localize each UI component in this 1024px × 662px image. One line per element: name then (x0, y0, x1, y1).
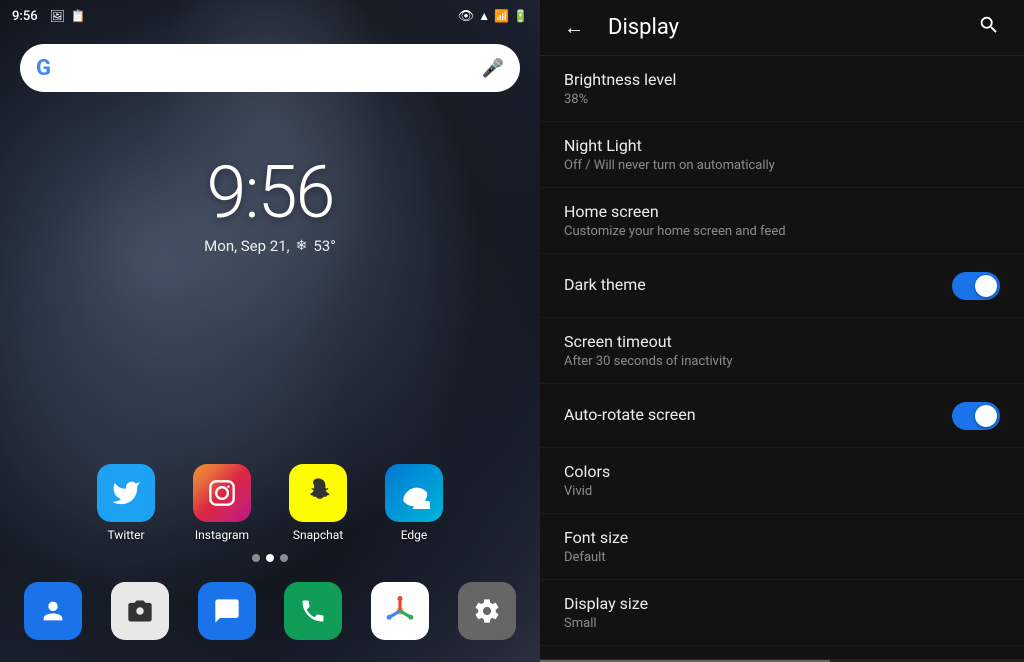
setting-item-font-size[interactable]: Font size Default (540, 514, 1024, 580)
dot-2 (266, 554, 274, 562)
setting-text-night-light: Night Light Off / Will never turn on auto… (564, 136, 1000, 173)
setting-item-adaptive-brightness[interactable]: Adaptive brightnessOn (540, 646, 1024, 659)
setting-title-night-light: Night Light (564, 136, 1000, 155)
weather-icon: ❄ (296, 238, 308, 254)
setting-subtitle-font-size: Default (564, 550, 1000, 565)
setting-title-screen-timeout: Screen timeout (564, 332, 1000, 351)
dock-phone-icon[interactable] (284, 582, 342, 640)
twitter-label: Twitter (107, 528, 144, 542)
setting-title-colors: Colors (564, 462, 1000, 481)
wifi-icon: ▲ (478, 9, 490, 23)
mic-icon[interactable]: 🎤 (482, 58, 504, 79)
setting-text-auto-rotate: Auto-rotate screen (564, 405, 936, 427)
setting-text-dark-theme: Dark theme (564, 275, 936, 297)
setting-subtitle-night-light: Off / Will never turn on automatically (564, 158, 1000, 173)
setting-title-display-size: Display size (564, 594, 1000, 613)
wallpaper (0, 0, 540, 662)
settings-header: ← Display (540, 0, 1024, 56)
date-text: Mon, Sep 21, (204, 237, 289, 255)
setting-item-brightness[interactable]: Brightness level 38% (540, 56, 1024, 122)
g-letter-blue: G (36, 56, 51, 81)
signal-icon: 📶 (494, 9, 509, 23)
setting-title-brightness: Brightness level (564, 70, 1000, 89)
settings-list: Brightness level 38% Night Light Off / Will… (540, 56, 1024, 659)
status-system-icons: 👁 ▲ 📶 🔋 (458, 9, 528, 24)
setting-subtitle-screen-timeout: After 30 seconds of inactivity (564, 354, 1000, 369)
dot-1 (252, 554, 260, 562)
setting-text-display-size: Display size Small (564, 594, 1000, 631)
toggle-dark-theme[interactable] (952, 272, 1000, 300)
setting-item-night-light[interactable]: Night Light Off / Will never turn on auto… (540, 122, 1024, 188)
screenshot-icon: 📋 (71, 9, 86, 23)
search-button[interactable] (970, 6, 1008, 49)
setting-subtitle-colors: Vivid (564, 484, 1000, 499)
app-twitter[interactable]: Twitter (97, 464, 155, 542)
setting-item-auto-rotate[interactable]: Auto-rotate screen (540, 384, 1024, 448)
setting-text-brightness: Brightness level 38% (564, 70, 1000, 107)
setting-title-dark-theme: Dark theme (564, 275, 936, 294)
app-snapchat[interactable]: Snapchat (289, 464, 347, 542)
setting-item-colors[interactable]: Colors Vivid (540, 448, 1024, 514)
back-button[interactable]: ← (556, 7, 592, 48)
dot-3 (280, 554, 288, 562)
clock-time: 9:56 (0, 150, 540, 235)
clock-widget: 9:56 Mon, Sep 21, ❄ 53° (0, 150, 540, 255)
setting-text-home-screen: Home screen Customize your home screen an… (564, 202, 1000, 239)
app-edge[interactable]: Edge (385, 464, 443, 542)
toggle-thumb-dark-theme (975, 275, 997, 297)
home-screen-panel: 9:56 🖼 📋 👁 ▲ 📶 🔋 G 🎤 9:56 Mon, Sep 21, ❄… (0, 0, 540, 662)
dock-messages-icon[interactable] (198, 582, 256, 640)
clock-date: Mon, Sep 21, ❄ 53° (0, 237, 540, 255)
settings-title: Display (608, 15, 970, 40)
status-time: 9:56 (12, 9, 38, 24)
edge-icon (385, 464, 443, 522)
dock-camera-icon[interactable] (111, 582, 169, 640)
setting-item-dark-theme[interactable]: Dark theme (540, 254, 1024, 318)
status-notification-icons: 9:56 🖼 📋 (12, 9, 86, 24)
app-instagram[interactable]: Instagram (193, 464, 251, 542)
snapchat-icon (289, 464, 347, 522)
edge-label: Edge (401, 528, 428, 542)
app-dock (10, 572, 530, 650)
setting-item-home-screen[interactable]: Home screen Customize your home screen an… (540, 188, 1024, 254)
google-search-bar[interactable]: G 🎤 (20, 44, 520, 92)
page-dots (0, 554, 540, 562)
temperature: 53° (313, 237, 335, 255)
setting-title-home-screen: Home screen (564, 202, 1000, 221)
dock-contacts-icon[interactable] (24, 582, 82, 640)
dock-settings-icon[interactable] (458, 582, 516, 640)
app-row: Twitter Instagram Snapchat Edge (0, 464, 540, 542)
setting-subtitle-display-size: Small (564, 616, 1000, 631)
instagram-icon (193, 464, 251, 522)
status-bar: 9:56 🖼 📋 👁 ▲ 📶 🔋 (0, 0, 540, 32)
photo-app-icon: 🖼 (50, 9, 65, 23)
twitter-icon (97, 464, 155, 522)
instagram-label: Instagram (195, 528, 249, 542)
google-logo: G (36, 56, 51, 81)
setting-text-font-size: Font size Default (564, 528, 1000, 565)
toggle-thumb-auto-rotate (975, 405, 997, 427)
setting-title-auto-rotate: Auto-rotate screen (564, 405, 936, 424)
snapchat-label: Snapchat (293, 528, 343, 542)
toggle-auto-rotate[interactable] (952, 402, 1000, 430)
dock-photos-icon[interactable] (371, 582, 429, 640)
setting-subtitle-brightness: 38% (564, 92, 1000, 107)
setting-subtitle-home-screen: Customize your home screen and feed (564, 224, 1000, 239)
settings-panel: ← Display Brightness level 38% Night Light… (540, 0, 1024, 662)
setting-text-screen-timeout: Screen timeout After 30 seconds of inacti… (564, 332, 1000, 369)
eye-icon: 👁 (458, 9, 475, 24)
setting-title-font-size: Font size (564, 528, 1000, 547)
setting-text-colors: Colors Vivid (564, 462, 1000, 499)
battery-icon: 🔋 (513, 9, 528, 23)
setting-item-display-size[interactable]: Display size Small (540, 580, 1024, 646)
setting-item-screen-timeout[interactable]: Screen timeout After 30 seconds of inacti… (540, 318, 1024, 384)
